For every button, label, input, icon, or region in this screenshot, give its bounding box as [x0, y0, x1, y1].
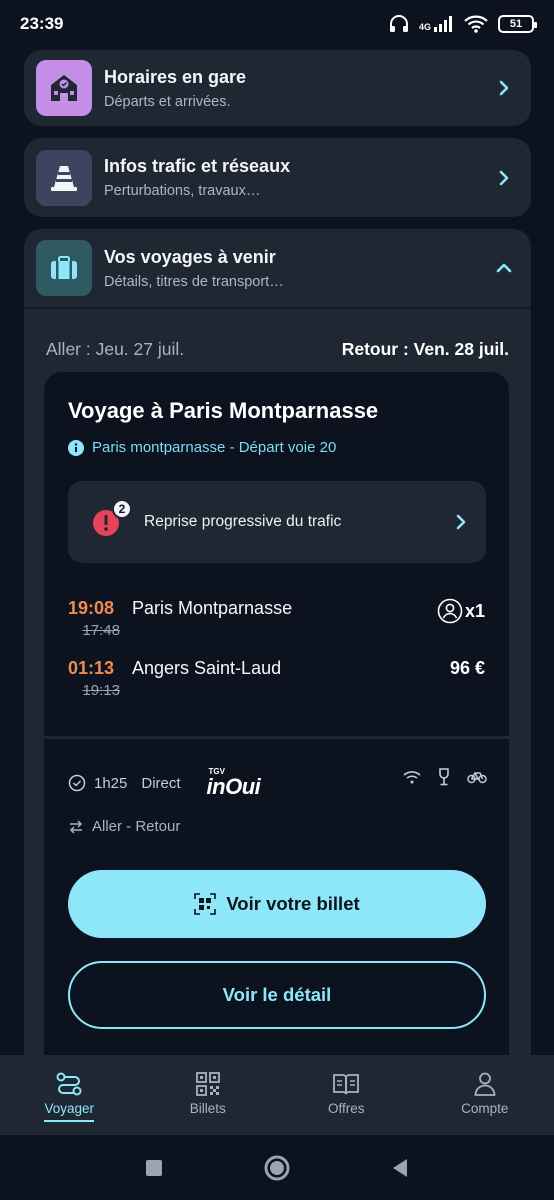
nav-billets[interactable]: Billets — [139, 1055, 278, 1135]
trip-title: Voyage à Paris Montparnasse — [68, 398, 379, 423]
traffic-cone-icon — [36, 149, 92, 206]
nav-label: Billets — [189, 1101, 226, 1116]
system-navigation-bar — [0, 1135, 554, 1200]
amenities — [403, 768, 487, 786]
recents-square-icon[interactable] — [145, 1159, 163, 1177]
date-aller[interactable]: Aller : Jeu. 27 juil. — [46, 339, 184, 360]
logo-inoui: inOui — [206, 774, 261, 799]
platform-info-text: Paris montparnasse - Départ voie 20 — [92, 439, 337, 456]
trip-duration: 1h25 — [94, 774, 128, 792]
nav-label: Voyager — [44, 1101, 95, 1122]
alert-text: Reprise progressive du trafic — [144, 513, 342, 530]
swap-arrows-icon — [69, 819, 83, 834]
trip-card: Voyage à Paris Montparnasse Paris montpa… — [44, 372, 509, 1072]
card-vos-voyages[interactable]: Vos voyages à venir Détails, titres de t… — [24, 229, 531, 309]
trip-price: 96 € — [450, 658, 485, 679]
bottom-navigation: Voyager Billets Offres Compte — [0, 1055, 554, 1135]
network-type: 4G — [418, 22, 431, 32]
view-detail-button[interactable]: Voir le détail — [68, 961, 486, 1029]
status-icons: 4G 51 — [389, 15, 537, 33]
clock-icon — [68, 774, 86, 792]
trip-dates: Aller : Jeu. 27 juil. Retour : Ven. 28 j… — [46, 339, 509, 360]
card-subtitle: Départs et arrivées. — [104, 93, 231, 110]
headphones-icon — [389, 15, 408, 32]
nav-label: Compte — [461, 1101, 509, 1116]
tgv-inoui-logo: TGV inOui — [207, 768, 261, 798]
qr-code-icon — [194, 893, 217, 915]
departure-station: Paris Montparnasse — [132, 598, 293, 618]
round-trip: Aller - Retour — [68, 818, 180, 835]
chevron-right-icon — [489, 79, 519, 97]
person-icon — [437, 598, 463, 624]
wifi-icon — [464, 15, 488, 33]
card-horaires-en-gare[interactable]: Horaires en gare Départs et arrivées. — [24, 50, 531, 126]
round-trip-text: Aller - Retour — [92, 818, 181, 835]
view-detail-label: Voir le détail — [222, 984, 332, 1005]
chevron-right-icon — [489, 169, 519, 187]
view-ticket-button[interactable]: Voir votre billet — [68, 870, 486, 938]
back-triangle-icon[interactable] — [391, 1158, 409, 1178]
passenger-count: x1 — [437, 598, 485, 624]
card-infos-trafic[interactable]: Infos trafic et réseaux Perturbations, t… — [24, 138, 531, 217]
card-title: Infos trafic et réseaux — [104, 156, 291, 176]
battery-level: 51 — [509, 18, 523, 30]
arrival-new-time: 01:13 — [68, 658, 115, 678]
status-bar: 23:39 4G 51 — [0, 0, 554, 48]
info-icon — [68, 439, 84, 456]
battery-indicator: 51 — [498, 15, 537, 33]
route-icon — [56, 1072, 82, 1096]
trip-direct: Direct — [141, 774, 181, 792]
alert-icon: 2 — [92, 499, 132, 537]
nav-compte[interactable]: Compte — [416, 1055, 554, 1135]
divider — [44, 736, 509, 739]
view-ticket-label: Voir votre billet — [226, 893, 360, 914]
card-subtitle: Perturbations, travaux… — [104, 183, 261, 199]
date-retour[interactable]: Retour : Ven. 28 juil. — [342, 339, 509, 360]
alert-count-badge: 2 — [112, 499, 132, 519]
chevron-right-icon — [456, 514, 466, 530]
wine-glass-icon — [439, 768, 449, 786]
user-icon — [474, 1072, 496, 1096]
arrival-old-time: 19:13 — [82, 682, 120, 699]
traffic-alert[interactable]: 2 Reprise progressive du trafic — [68, 481, 486, 563]
card-subtitle: Détails, titres de transport… — [104, 273, 284, 290]
nav-voyager[interactable]: Voyager — [0, 1055, 139, 1135]
upcoming-trips-section: Vos voyages à venir Détails, titres de t… — [24, 229, 531, 1072]
price-text: 96 € — [449, 658, 485, 678]
wifi-icon — [403, 771, 421, 784]
bicycle-icon — [467, 772, 487, 784]
departure-new-time: 19:08 — [68, 598, 115, 618]
platform-info: Paris montparnasse - Départ voie 20 — [68, 439, 336, 456]
suitcase-icon — [36, 240, 92, 296]
signal-icon — [434, 16, 452, 32]
arrival-station: Angers Saint-Laud — [132, 658, 282, 678]
trip-meta: 1h25 Direct TGV inOui — [68, 768, 261, 798]
card-title: Vos voyages à venir — [104, 246, 276, 267]
station-icon — [36, 60, 92, 116]
arrival-stop: 01:13 19:13 Angers Saint-Laud — [68, 658, 281, 699]
open-book-icon — [333, 1074, 360, 1095]
departure-old-time: 17:48 — [82, 622, 120, 639]
home-circle-icon[interactable] — [263, 1154, 291, 1182]
chevron-up-icon — [489, 261, 519, 275]
qr-code-icon — [195, 1072, 220, 1096]
nav-label: Offres — [327, 1101, 365, 1116]
status-time: 23:39 — [20, 14, 64, 33]
departure-stop: 19:08 17:48 Paris Montparnasse — [68, 598, 292, 639]
passenger-count-text: x1 — [464, 600, 485, 621]
card-title: Horaires en gare — [104, 66, 247, 87]
nav-offres[interactable]: Offres — [277, 1055, 416, 1135]
signal-group: 4G — [419, 16, 454, 32]
